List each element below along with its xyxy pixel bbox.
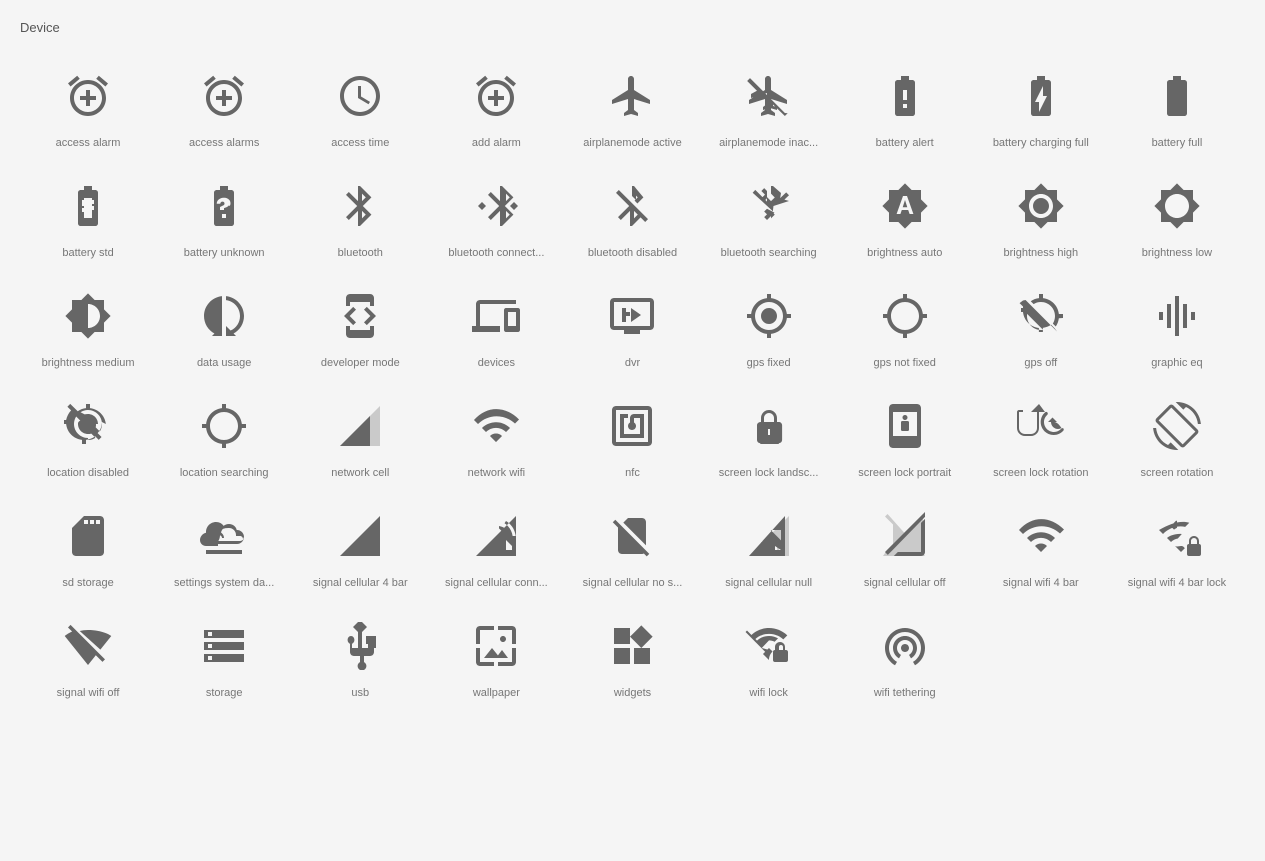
- icon-bluetooth-searching: bluetooth searching: [701, 165, 837, 275]
- icon-bluetooth-disabled: bluetooth disabled: [564, 165, 700, 275]
- icon-signal-cellular-off: signal cellular off: [837, 495, 973, 605]
- icon-battery-alert: battery alert: [837, 55, 973, 165]
- icon-data-usage: data usage: [156, 275, 292, 385]
- icon-settings-system-daydream: settings system da...: [156, 495, 292, 605]
- icon-brightness-auto: brightness auto: [837, 165, 973, 275]
- icon-brightness-medium: brightness medium: [20, 275, 156, 385]
- icon-bluetooth: bluetooth: [292, 165, 428, 275]
- icon-dvr: dvr: [564, 275, 700, 385]
- icon-access-alarms: access alarms: [156, 55, 292, 165]
- icon-screen-lock-rotation: screen lock rotation: [973, 385, 1109, 495]
- icon-nfc: nfc: [564, 385, 700, 495]
- icon-developer-mode: developer mode: [292, 275, 428, 385]
- icon-gps-not-fixed: gps not fixed: [837, 275, 973, 385]
- icon-signal-wifi-4bar: signal wifi 4 bar: [973, 495, 1109, 605]
- icon-wallpaper: wallpaper: [428, 605, 564, 715]
- icon-screen-lock-landscape: screen lock landsc...: [701, 385, 837, 495]
- icon-signal-wifi-4bar-lock: signal wifi 4 bar lock: [1109, 495, 1245, 605]
- icon-battery-full: battery full: [1109, 55, 1245, 165]
- icon-battery-unknown: battery unknown: [156, 165, 292, 275]
- icon-grid: access alarm access alarms access time a…: [20, 55, 1245, 715]
- icon-network-cell: network cell: [292, 385, 428, 495]
- icon-devices: devices: [428, 275, 564, 385]
- icon-bluetooth-connected: bluetooth connect...: [428, 165, 564, 275]
- icon-access-alarm: access alarm: [20, 55, 156, 165]
- section-title: Device: [20, 20, 1245, 35]
- icon-widgets: widgets: [564, 605, 700, 715]
- icon-brightness-low: brightness low: [1109, 165, 1245, 275]
- icon-brightness-high: brightness high: [973, 165, 1109, 275]
- icon-wifi-tethering: wifi tethering: [837, 605, 973, 715]
- icon-add-alarm: add alarm: [428, 55, 564, 165]
- icon-airplanemode-inactive: airplanemode inac...: [701, 55, 837, 165]
- icon-gps-off: gps off: [973, 275, 1109, 385]
- icon-screen-rotation: screen rotation: [1109, 385, 1245, 495]
- icon-signal-cellular-null: signal cellular null: [701, 495, 837, 605]
- icon-location-disabled: location disabled: [20, 385, 156, 495]
- icon-airplanemode-active: airplanemode active: [564, 55, 700, 165]
- icon-wifi-lock: wifi lock: [701, 605, 837, 715]
- icon-signal-wifi-off: signal wifi off: [20, 605, 156, 715]
- icon-gps-fixed: gps fixed: [701, 275, 837, 385]
- icon-screen-lock-portrait: screen lock portrait: [837, 385, 973, 495]
- icon-location-searching: location searching: [156, 385, 292, 495]
- icon-access-time: access time: [292, 55, 428, 165]
- icon-sd-storage: sd storage: [20, 495, 156, 605]
- icon-battery-std: battery std: [20, 165, 156, 275]
- icon-network-wifi: network wifi: [428, 385, 564, 495]
- icon-storage: storage: [156, 605, 292, 715]
- icon-signal-cellular-connected: signal cellular conn...: [428, 495, 564, 605]
- icon-usb: usb: [292, 605, 428, 715]
- icon-signal-cellular-no-sim: signal cellular no s...: [564, 495, 700, 605]
- icon-battery-charging-full: battery charging full: [973, 55, 1109, 165]
- icon-graphic-eq: graphic eq: [1109, 275, 1245, 385]
- icon-signal-cellular-4bar: signal cellular 4 bar: [292, 495, 428, 605]
